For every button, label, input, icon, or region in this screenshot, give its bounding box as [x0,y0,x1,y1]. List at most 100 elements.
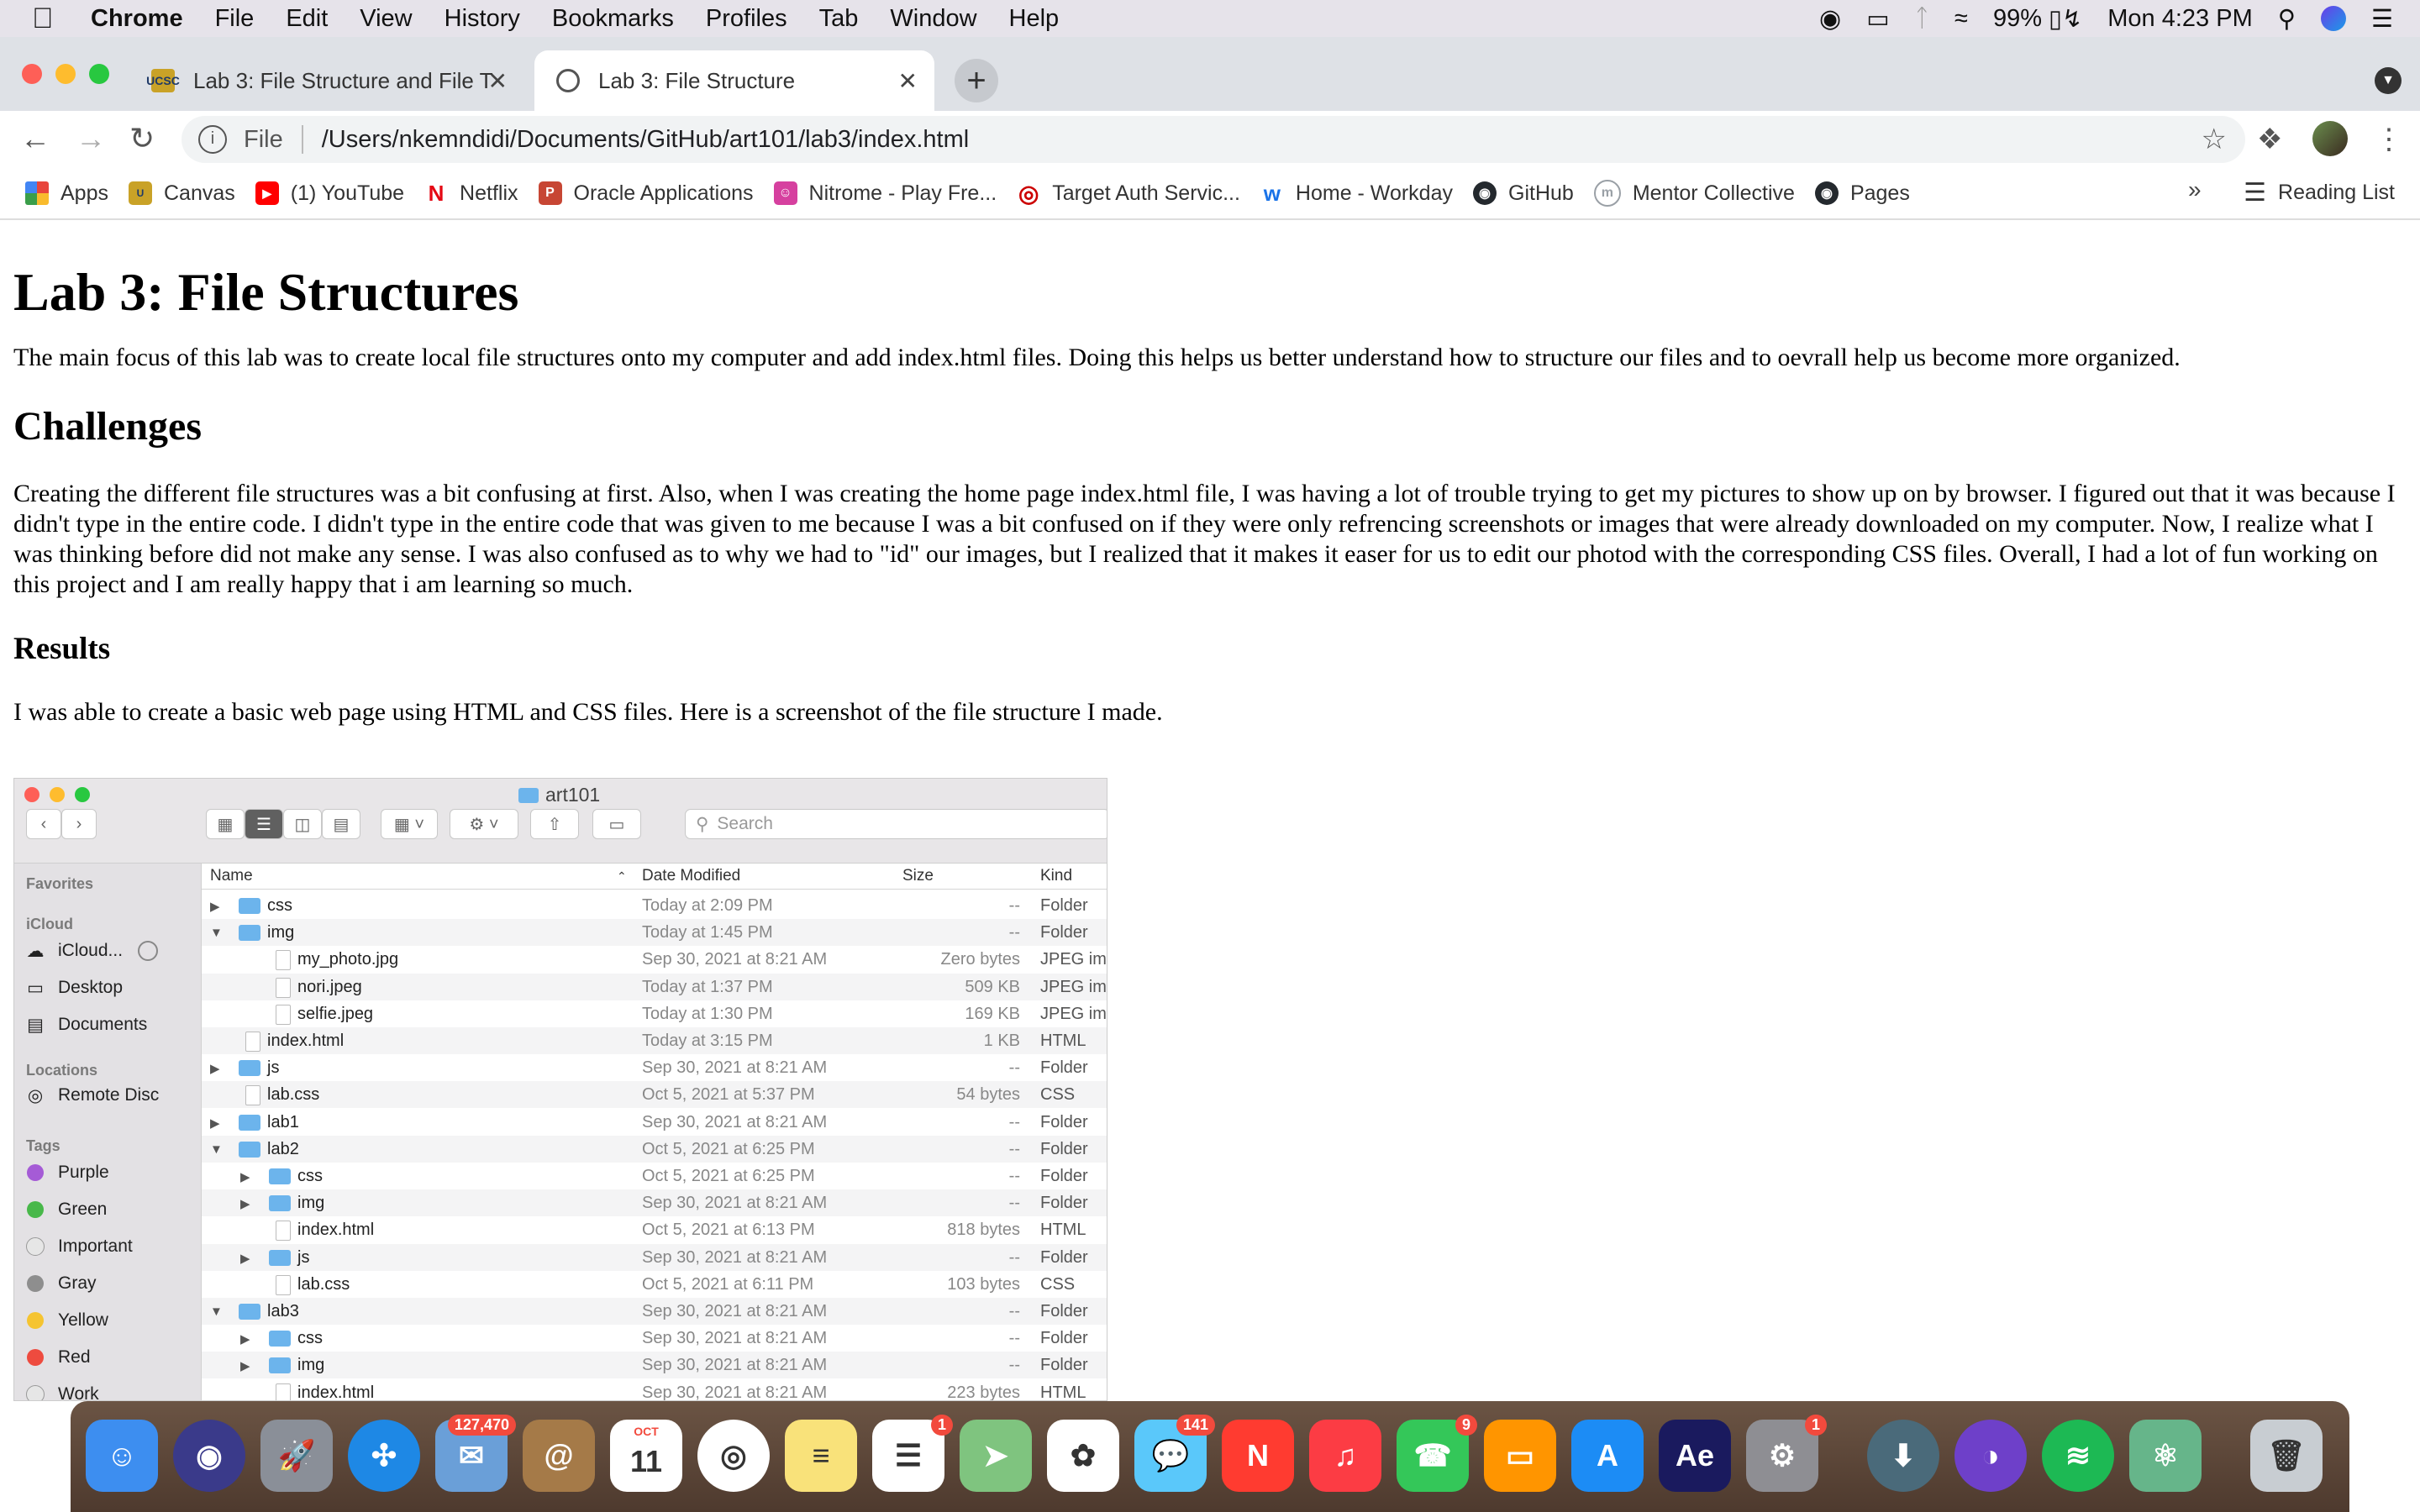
dock-glyph: ◎ [720,1438,747,1473]
file-name: lab.css [267,1085,320,1105]
bookmark-canvas[interactable]: U Canvas [128,181,235,206]
forward-icon[interactable]: → [76,121,106,156]
dock-siri-icon[interactable]: ◉ [173,1420,245,1492]
info-icon[interactable]: i [198,125,227,154]
file-size: 1 KB [983,1032,1020,1050]
file-kind: Folder [1040,1058,1088,1078]
finder-title-text: art101 [545,784,601,806]
disclosure-closed-icon: ▶ [210,1116,220,1131]
reload-icon[interactable]: ↻ [129,121,155,156]
bookmark-mentor[interactable]: m Mentor Collective [1593,180,1795,207]
tab-file-structure[interactable]: Lab 3: File Structure ✕ [534,50,934,111]
control-center-icon[interactable]: ☰ [2371,4,2393,34]
file-name: lab2 [267,1139,299,1158]
tab-ucsc[interactable]: UCSC Lab 3: File Structure and File T ✕ [129,50,524,111]
disclosure-open-icon: ▼ [210,926,223,941]
dock-badge: 1 [1804,1415,1827,1436]
battery-percent[interactable]: 99% [1993,5,2042,33]
dock-reminders-icon[interactable]: ☰ 1 [872,1415,953,1492]
address-url[interactable]: /Users/nkemndidi/Documents/GitHub/art101… [322,126,969,154]
bookmarks-overflow-button[interactable]: » [2188,176,2202,203]
file-row: ▼ lab3 Sep 30, 2021 at 8:21 AM -- Folder [202,1298,1107,1325]
reading-list-button[interactable]: ☰ Reading List [2244,178,2395,207]
finder-sidebar: Favorites iCloud ☁ iCloud... ▭ Desktop ▤… [14,864,202,1400]
folder-icon [239,898,260,914]
siri-icon[interactable] [2321,6,2346,31]
dock-mail-icon[interactable]: ✉ 127,470 [435,1415,516,1492]
bookmark-netflix[interactable]: N Netflix [424,181,518,206]
dock-glyph: 💬 [1151,1438,1190,1473]
bookmark-star-icon[interactable]: ☆ [2202,123,2227,156]
spotlight-search-icon[interactable]: ⚲ [2278,4,2296,34]
zoom-window-button[interactable] [89,64,109,84]
file-date: Sep 30, 2021 at 8:21 AM [642,950,828,969]
menu-edit[interactable]: Edit [286,5,328,33]
menu-view[interactable]: View [360,5,412,33]
extensions-puzzle-icon[interactable]: ❖ [2257,123,2282,156]
back-icon[interactable]: ← [20,121,50,156]
dock-safari-icon[interactable]: ✣ [348,1420,420,1492]
dock-system-preferences-icon[interactable]: ⚙ 1 [1746,1415,1827,1492]
dock-downloads-icon[interactable]: ⬇ [1867,1420,1939,1492]
dock-glyph: ◑ [1981,1438,2000,1473]
finder-window-title: art101 [518,784,600,806]
file-date: Sep 30, 2021 at 8:21 AM [642,1383,828,1401]
battery-icon[interactable]: ▯↯ [2049,4,2082,34]
creative-cloud-icon[interactable]: ◉ [1819,4,1841,34]
file-kind: Folder [1040,1139,1088,1158]
bookmark-workday[interactable]: w Home - Workday [1260,181,1453,206]
bookmark-apps[interactable]: Apps [25,181,108,206]
dock-app-store-icon[interactable]: A [1571,1420,1644,1492]
bookmark-nitrome[interactable]: ☺ Nitrome - Play Fre... [773,181,997,206]
profile-avatar[interactable] [2312,121,2348,156]
new-tab-button[interactable]: + [955,59,998,102]
dock-notes-icon[interactable]: ≡ [785,1420,857,1492]
menu-file[interactable]: File [215,5,255,33]
dock-after-effects-icon[interactable]: Ae [1659,1420,1731,1492]
dock-finder-icon[interactable]: ☺ [86,1420,158,1492]
bookmark-target[interactable]: ◎ Target Auth Servic... [1017,181,1240,207]
dock-launchpad-icon[interactable]: 🚀 [260,1420,333,1492]
bookmark-oracle[interactable]: P Oracle Applications [538,181,754,206]
tab-search-icon[interactable]: ▼ [2375,67,2402,94]
menu-profiles[interactable]: Profiles [706,5,787,33]
address-bar[interactable]: i File /Users/nkemndidi/Documents/GitHub… [182,116,2245,163]
close-tab-icon[interactable]: ✕ [898,67,918,95]
close-window-button[interactable] [22,64,42,84]
dock-photos-icon[interactable]: ✿ [1047,1420,1119,1492]
menu-help[interactable]: Help [1009,5,1060,33]
menu-bookmarks[interactable]: Bookmarks [552,5,674,33]
dock-calendar-icon[interactable]: 11 OCT [610,1420,682,1492]
dock-maps-icon[interactable]: ➤ [960,1420,1032,1492]
wifi-icon[interactable]: ≈ [1954,5,1968,33]
minimize-window-button[interactable] [55,64,76,84]
menu-app-name[interactable]: Chrome [91,5,183,33]
apple-icon[interactable]:  [32,3,62,35]
bookmark-pages[interactable]: ◉ Pages [1814,181,1910,206]
dock-news-icon[interactable]: N [1222,1420,1294,1492]
dock-github-desktop-icon[interactable]: ◑ [1954,1420,2027,1492]
dock-chrome-icon[interactable]: ◎ [697,1420,770,1492]
dock-messages-icon[interactable]: 💬 141 [1134,1415,1215,1492]
dock-spotify-icon[interactable]: ≋ [2042,1420,2114,1492]
menu-window[interactable]: Window [890,5,976,33]
dock-facetime-icon[interactable]: ☎ 9 [1397,1415,1477,1492]
dock-books-icon[interactable]: ▭ [1484,1420,1556,1492]
dock-contacts-icon[interactable]: @ [523,1420,595,1492]
more-menu-icon[interactable]: ⋮ [2375,123,2403,156]
file-name: selfie.jpeg [297,1004,374,1023]
bookmark-github[interactable]: ◉ GitHub [1473,181,1574,206]
menu-clock[interactable]: Mon 4:23 PM [2107,5,2252,33]
dock-music-icon[interactable]: ♫ [1309,1420,1381,1492]
airplay-icon[interactable]: ▭ [1866,4,1889,34]
menu-history[interactable]: History [445,5,520,33]
dock-atom-icon[interactable]: ⚛ [2129,1420,2202,1492]
icon-view-icon: ▦ [206,809,245,839]
file-date: Sep 30, 2021 at 8:21 AM [642,1194,828,1213]
menu-tab[interactable]: Tab [819,5,859,33]
bookmark-youtube[interactable]: ▶ (1) YouTube [255,181,404,206]
bluetooth-icon[interactable]: ᛏ [1915,5,1929,33]
close-tab-icon[interactable]: ✕ [488,67,508,95]
file-size: -- [1008,1058,1020,1078]
dock-trash-icon[interactable]: 🗑 [2250,1420,2323,1492]
